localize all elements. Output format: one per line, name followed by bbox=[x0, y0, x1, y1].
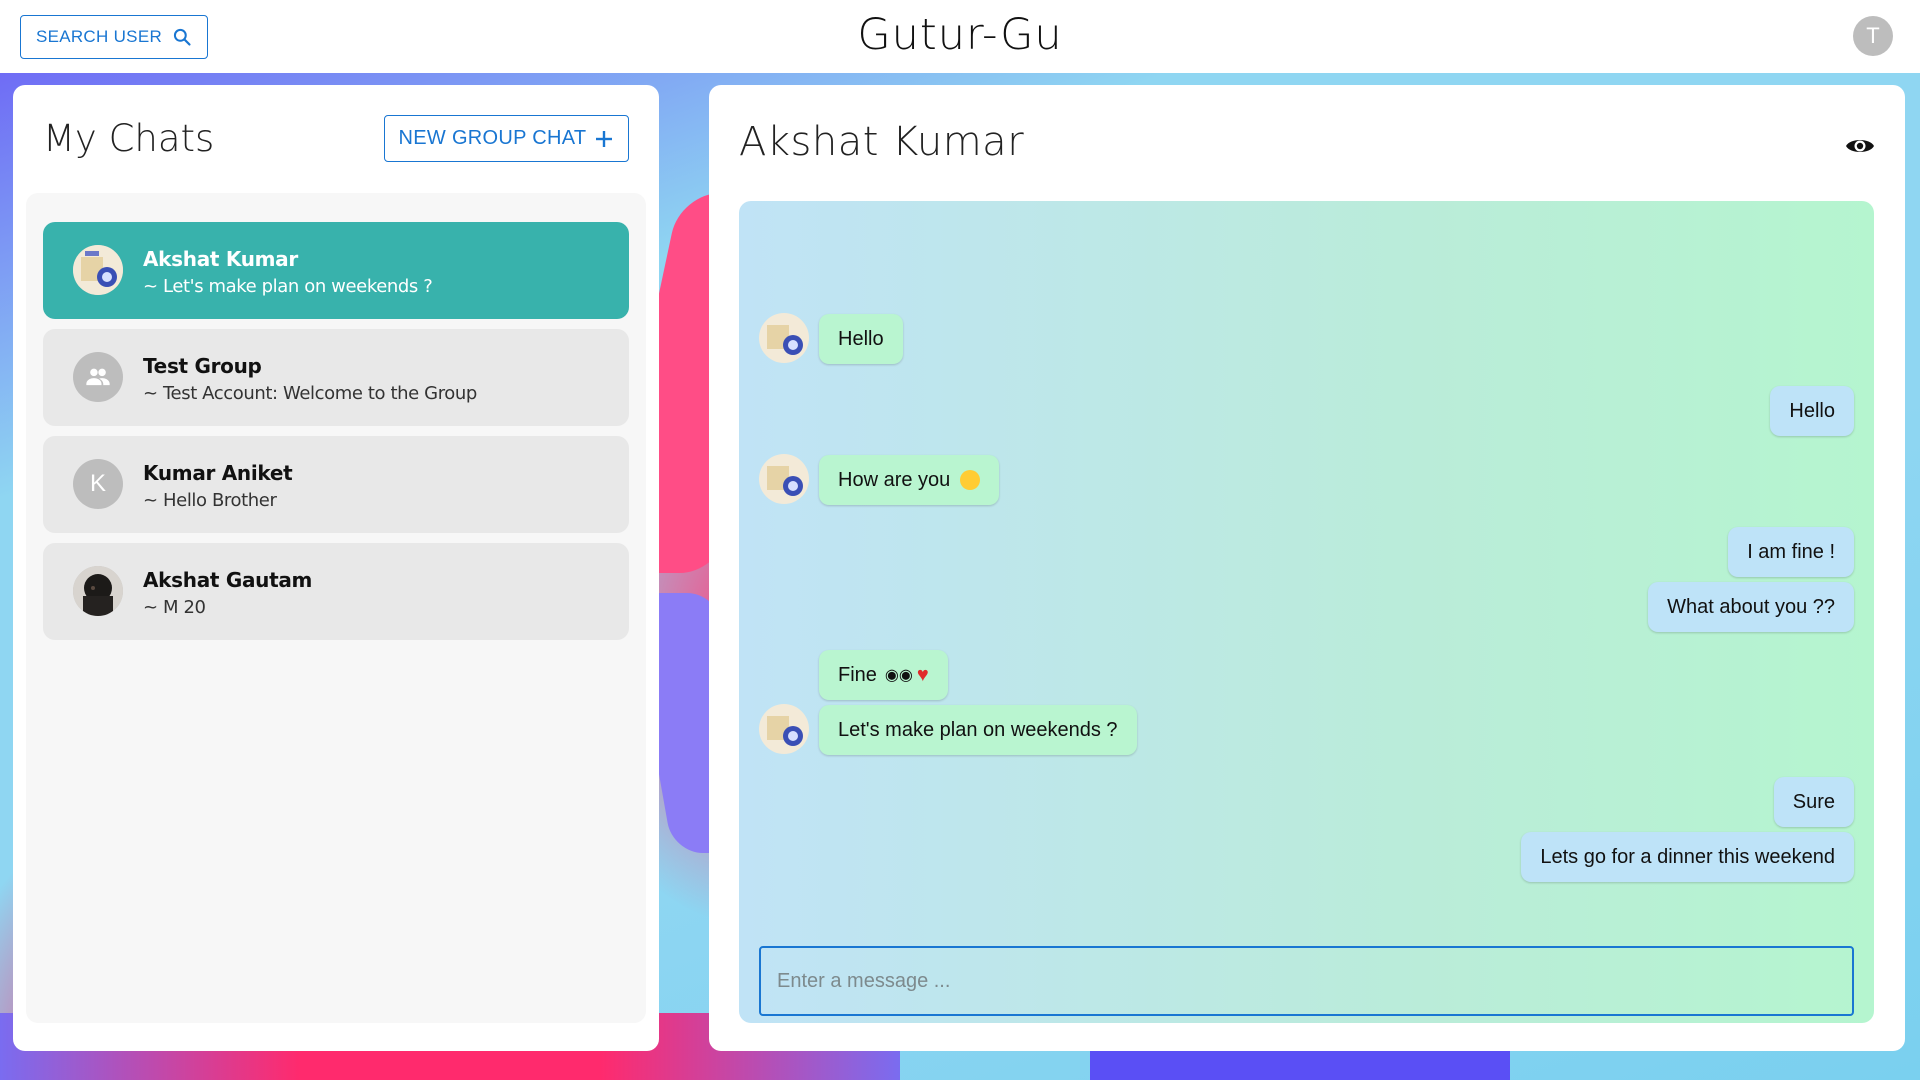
top-bar: SEARCH USER Gutur-Gu T bbox=[0, 0, 1920, 73]
my-chats-header: My Chats NEW GROUP CHAT bbox=[43, 115, 629, 165]
eyes-emoji-icon: ◉◉ bbox=[884, 667, 913, 684]
message-text: Lets go for a dinner this weekend bbox=[1540, 845, 1835, 868]
my-chats-title: My Chats bbox=[43, 117, 215, 160]
initial-avatar: K bbox=[73, 459, 123, 509]
smiling-face-emoji-icon bbox=[960, 470, 981, 490]
message-bubble: How are you bbox=[819, 455, 1000, 505]
red-heart-emoji-icon: ♥ bbox=[916, 663, 929, 686]
chat-list-item[interactable]: Test Group ~ Test Account: Welcome to th… bbox=[43, 329, 629, 426]
view-profile-button[interactable] bbox=[1843, 129, 1877, 163]
chat-name: Akshat Kumar bbox=[143, 247, 298, 271]
search-user-button[interactable]: SEARCH USER bbox=[20, 15, 208, 59]
message-input[interactable] bbox=[759, 946, 1854, 1016]
plus-icon bbox=[596, 130, 613, 147]
chat-title: Akshat Kumar bbox=[739, 119, 1025, 165]
message-bubble: Fine ◉◉ ♥ bbox=[819, 650, 948, 700]
message-text: Sure bbox=[1792, 790, 1835, 813]
sender-avatar bbox=[759, 704, 809, 754]
message-bubble: I am fine ! bbox=[1728, 527, 1854, 577]
message-bubble: Lets go for a dinner this weekend bbox=[1521, 832, 1854, 882]
chat-last-message: ~ Let's make plan on weekends ? bbox=[143, 276, 433, 297]
chat-list-item[interactable]: Akshat Kumar ~ Let's make plan on weeken… bbox=[43, 222, 629, 319]
search-icon bbox=[173, 28, 191, 46]
my-chats-panel: My Chats NEW GROUP CHAT Akshat Kumar ~ L… bbox=[13, 85, 659, 1051]
message-text: Let's make plan on weekends ? bbox=[838, 718, 1118, 741]
message-bubble: Let's make plan on weekends ? bbox=[819, 705, 1137, 755]
message-text: Fine bbox=[838, 663, 877, 686]
message-bubble: What about you ?? bbox=[1648, 582, 1854, 632]
message-bubble: Hello bbox=[819, 314, 903, 364]
new-group-chat-button[interactable]: NEW GROUP CHAT bbox=[384, 115, 629, 162]
message-text: What about you ?? bbox=[1667, 595, 1835, 618]
chat-panel: Akshat Kumar Hello Hello How are you I a… bbox=[709, 85, 1905, 1051]
sender-avatar bbox=[759, 313, 809, 363]
message-text: I am fine ! bbox=[1747, 540, 1835, 563]
photo-avatar bbox=[73, 566, 123, 616]
photo-avatar bbox=[73, 245, 123, 295]
message-bubble: Sure bbox=[1773, 777, 1854, 827]
chat-list: Akshat Kumar ~ Let's make plan on weeken… bbox=[26, 193, 646, 1023]
chat-last-message: ~ Test Account: Welcome to the Group bbox=[143, 383, 477, 404]
user-avatar[interactable]: T bbox=[1853, 16, 1893, 56]
chat-last-message: ~ Hello Brother bbox=[143, 490, 277, 511]
messages-area: Hello Hello How are you I am fine ! What… bbox=[739, 201, 1874, 1023]
chat-list-item[interactable]: K Kumar Aniket ~ Hello Brother bbox=[43, 436, 629, 533]
new-group-chat-label: NEW GROUP CHAT bbox=[398, 127, 587, 149]
sender-avatar bbox=[759, 454, 809, 504]
chat-last-message: ~ M 20 bbox=[143, 597, 206, 618]
message-text: Hello bbox=[838, 327, 884, 350]
chat-name: Akshat Gautam bbox=[143, 568, 313, 592]
message-text: Hello bbox=[1789, 399, 1835, 422]
message-bubble: Hello bbox=[1770, 386, 1854, 436]
app-title: Gutur-Gu bbox=[857, 10, 1063, 60]
message-text: How are you bbox=[838, 468, 951, 491]
chat-list-item[interactable]: Akshat Gautam ~ M 20 bbox=[43, 543, 629, 640]
search-user-label: SEARCH USER bbox=[35, 27, 163, 46]
chat-name: Kumar Aniket bbox=[143, 461, 293, 485]
group-icon bbox=[73, 352, 123, 402]
eye-icon bbox=[1846, 140, 1874, 152]
chat-name: Test Group bbox=[143, 354, 262, 378]
